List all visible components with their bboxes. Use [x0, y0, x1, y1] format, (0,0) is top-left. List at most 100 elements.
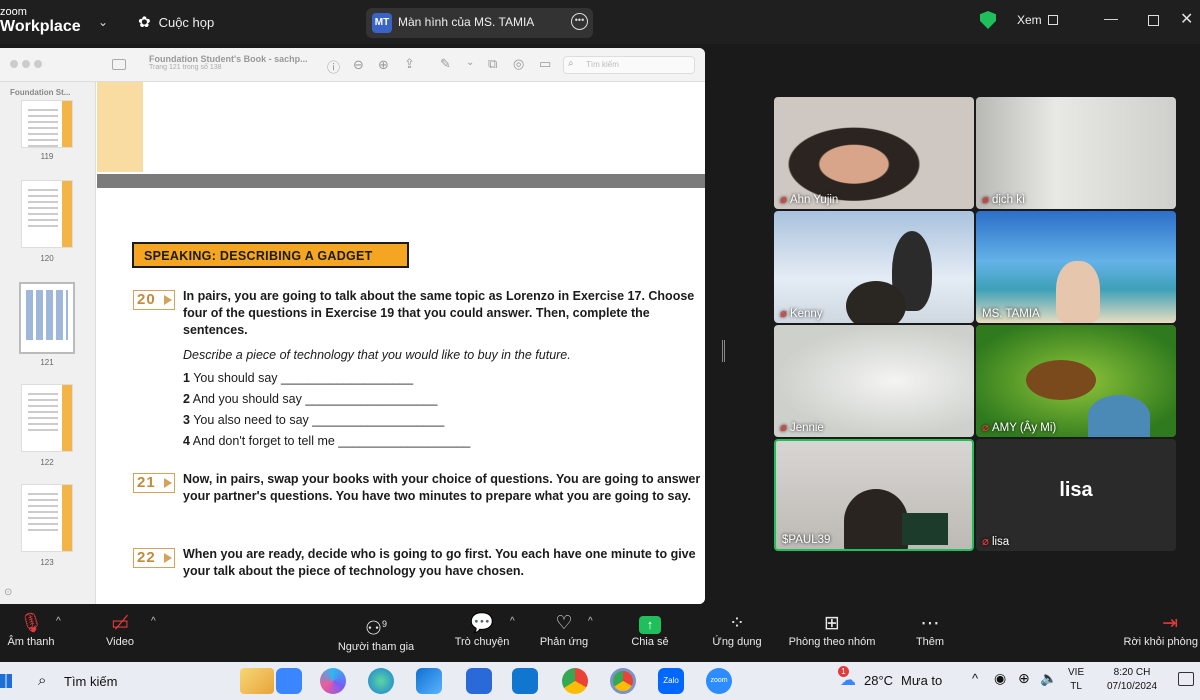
notification-badge: 1 — [838, 666, 849, 677]
participants-icon: ⚇9 — [364, 618, 388, 640]
page-thumbnail[interactable] — [21, 180, 73, 248]
clock[interactable]: 8:20 CH 07/10/2024 — [1102, 666, 1162, 694]
participant-tile[interactable]: ⌀ Kenny — [774, 211, 974, 323]
record-icon[interactable]: ◉ — [994, 670, 1006, 687]
thumbnail-image — [26, 290, 68, 340]
window-controls-icon[interactable] — [10, 60, 18, 68]
windows-start-icon[interactable] — [0, 674, 12, 688]
video-button[interactable]: ▭̸ Video — [100, 612, 140, 648]
page-edge-decoration — [97, 82, 143, 172]
lang-top: VIE — [1068, 667, 1085, 678]
chevron-up-icon[interactable]: ^ — [510, 616, 515, 627]
leave-label: Rời khỏi phòng — [1123, 636, 1198, 648]
leave-button[interactable]: ⇥ Rời khỏi phòng — [1120, 612, 1200, 648]
thumbnail-label: 120 — [40, 254, 54, 263]
zalo-icon[interactable]: Zalo — [658, 668, 684, 694]
taskbar-search[interactable]: ⌕ Tìm kiếm — [32, 669, 232, 693]
chrome-icon[interactable] — [562, 668, 588, 694]
audio-label: Âm thanh — [7, 636, 55, 648]
share-doc-icon[interactable]: ⇪ — [404, 56, 415, 72]
photos-app-icon[interactable] — [416, 668, 442, 694]
thumbnail-label: 121 — [40, 358, 54, 367]
page-thumbnail[interactable] — [21, 484, 73, 552]
participant-tile[interactable]: MS. TAMIA — [976, 211, 1176, 323]
exercise-number: 21 — [133, 473, 175, 493]
mail-icon[interactable] — [512, 668, 538, 694]
more-options-icon[interactable]: ••• — [571, 13, 588, 30]
explorer-icon[interactable] — [466, 668, 492, 694]
participant-tile[interactable]: ⌀ Ahn Yujin — [774, 97, 974, 209]
weather-widget[interactable]: ☁ 1 28°C Mưa to — [838, 666, 942, 690]
chrome-profile-icon[interactable] — [610, 668, 636, 694]
share-screen-button[interactable]: ↑ Chia sẻ — [626, 612, 674, 648]
thumbnail-sidebar: Foundation St... 119 120 121 122 123 ⊙ — [0, 82, 96, 604]
notifications-icon[interactable] — [1178, 672, 1194, 686]
sidebar-toggle-icon[interactable] — [112, 59, 126, 70]
apps-icon: ⁘ — [729, 613, 745, 634]
language-indicator[interactable]: VIE TL — [1068, 666, 1084, 694]
chevron-down-icon[interactable]: ⌄ — [98, 15, 108, 29]
markup-icon[interactable]: ✎ — [440, 56, 451, 72]
resize-handle[interactable] — [722, 340, 725, 362]
settings-icon[interactable]: ⊙ — [4, 587, 12, 598]
shared-screen: Foundation Student's Book - sachp... Tra… — [0, 48, 705, 604]
chat-button[interactable]: 💬 Trò chuyện — [450, 612, 514, 648]
copilot-icon[interactable] — [320, 668, 346, 694]
close-icon[interactable]: ✕ — [1180, 9, 1193, 29]
brand-top: zoom — [0, 6, 27, 18]
screen-share-indicator[interactable]: MT Màn hình của MS. TAMIA ••• — [366, 8, 593, 38]
participant-tile[interactable]: ⌀ Jennie — [774, 325, 974, 437]
participant-head — [1088, 395, 1150, 437]
annotate-icon[interactable]: ◎ — [513, 56, 524, 72]
presenter-avatar: MT — [372, 13, 392, 33]
files-app-icon[interactable] — [276, 668, 302, 694]
chevron-up-icon[interactable]: ^ — [151, 616, 156, 627]
network-icon[interactable]: ⊕ — [1018, 670, 1030, 687]
brand-bottom: Workplace — [0, 18, 81, 35]
more-button[interactable]: ⋯ Thêm — [908, 612, 952, 648]
participant-tile[interactable]: ⌀ AMY (Ây Mi) — [976, 325, 1176, 437]
chevron-up-icon[interactable]: ^ — [56, 616, 61, 627]
breakout-label: Phòng theo nhóm — [788, 636, 876, 648]
firefly-image — [1026, 360, 1096, 400]
thumbnail-label: 122 — [40, 458, 54, 467]
participant-tile-active-speaker[interactable]: $PAUL39 — [774, 439, 974, 551]
audio-button[interactable]: 🎙 Âm thanh — [4, 612, 58, 648]
zoom-app-icon[interactable]: zoom — [706, 668, 732, 694]
minimize-icon[interactable]: — — [1104, 10, 1118, 26]
rotate-icon[interactable]: ⧉ — [488, 56, 497, 72]
chevron-up-icon[interactable]: ^ — [972, 671, 978, 686]
doc-subtitle: Trang 121 trong số 138 — [149, 64, 222, 71]
restore-icon[interactable] — [1148, 15, 1159, 26]
shield-icon[interactable] — [980, 11, 996, 29]
participant-tile[interactable]: ⌀ dịch kì — [976, 97, 1176, 209]
participant-name: ⌀ Kenny — [780, 308, 823, 320]
widgets-icon[interactable] — [240, 668, 274, 694]
participant-tile[interactable]: lisa ⌀ lisa — [976, 439, 1176, 551]
view-button[interactable]: Xem — [1017, 13, 1058, 27]
apps-button[interactable]: ⁘ Ứng dụng — [706, 612, 768, 648]
page-thumbnail-selected[interactable] — [19, 282, 75, 354]
exercise-22-text: When you are ready, decide who is going … — [183, 547, 696, 578]
chevron-up-icon[interactable]: ^ — [588, 616, 593, 627]
share-label: Chia sẻ — [631, 636, 669, 648]
doc-search-input[interactable]: ⌕ Tìm kiếm — [563, 56, 695, 74]
meeting-toolbar: 🎙 Âm thanh ^ ▭̸ Video ^ ⚇9 Người tham gi… — [0, 608, 1200, 662]
page-thumbnail[interactable] — [21, 100, 73, 149]
reactions-button[interactable]: ♡ Phản ứng — [536, 612, 592, 648]
meetings-button[interactable]: ✿ Cuộc họp — [138, 13, 214, 31]
page-thumbnail[interactable] — [21, 384, 73, 452]
chevron-down-icon[interactable]: ⌄ — [466, 57, 474, 68]
info-icon[interactable]: ⓘ — [327, 57, 340, 76]
section-heading: SPEAKING: DESCRIBING A GADGET — [132, 242, 409, 268]
section-heading-text: SPEAKING: DESCRIBING A GADGET — [144, 249, 373, 263]
edge-browser-icon[interactable] — [368, 668, 394, 694]
participants-button[interactable]: ⚇9 Người tham gia — [330, 612, 422, 653]
breakout-rooms-button[interactable]: ⊞ Phòng theo nhóm — [780, 612, 884, 648]
exercise-number: 22 — [133, 548, 175, 568]
form-icon[interactable]: ▭ — [539, 56, 551, 72]
volume-icon[interactable]: 🔈 — [1040, 670, 1057, 687]
zoom-out-icon[interactable]: ⊖ — [353, 57, 364, 73]
search-icon: ⌕ — [38, 672, 47, 689]
zoom-in-icon[interactable]: ⊕ — [378, 57, 389, 73]
